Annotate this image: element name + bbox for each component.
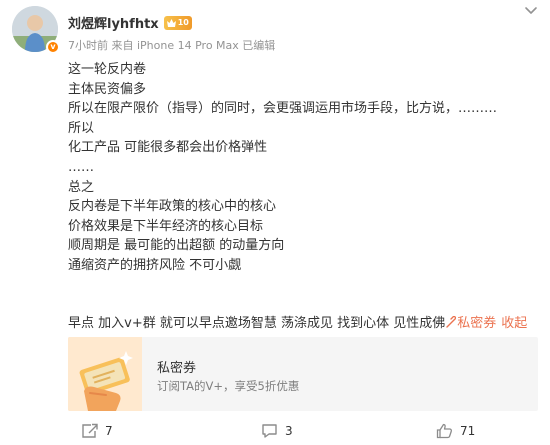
thumbs-up-icon: [436, 423, 452, 439]
coupon-card-title: 私密券: [157, 361, 197, 376]
post-text: 这一轮反内卷 主体民资偏多 所以在限产限价（指导）的同时，会更强调运用市场手段，…: [68, 60, 538, 276]
coupon-thumbnail: [68, 337, 142, 411]
member-level-number: 10: [177, 18, 189, 27]
coupon-link-icon: [446, 315, 457, 328]
comment-icon: [262, 424, 277, 438]
comment-button[interactable]: 3: [261, 418, 293, 444]
post-cta-text: 早点 加入v+群 就可以早点邀场智慧 荡涤成见 找到心体 见性成佛: [68, 316, 446, 331]
verified-badge-icon: v: [46, 40, 60, 54]
repost-button[interactable]: 7: [81, 418, 113, 444]
post-line: 反内卷是下半年政策的核心中的核心: [68, 199, 277, 215]
collapse-button[interactable]: 收起: [501, 312, 527, 331]
post-line: 通缩资产的拥挤风险 不可小觑: [68, 257, 242, 273]
repost-count: 7: [105, 424, 113, 438]
post-line: 价格效果是下半年经济的核心目标: [68, 218, 264, 234]
author-name-row: 刘煜辉lyhfhtx 10: [68, 13, 192, 32]
chevron-down-icon[interactable]: [521, 6, 541, 16]
coupon-card[interactable]: 私密券 订阅TA的V+，享受5折优惠: [68, 337, 538, 411]
post-line: 顺周期是 最可能的出超额 的动量方向: [68, 238, 285, 254]
comment-count: 3: [285, 424, 293, 438]
coupon-card-subtitle: 订阅TA的V+，享受5折优惠: [157, 379, 300, 393]
coupon-link[interactable]: 私密券: [445, 312, 496, 331]
post-line: 化工产品 可能很多都会出价格弹性: [68, 140, 268, 156]
crown-icon: [166, 18, 176, 27]
post-line: 主体民资偏多: [68, 81, 147, 97]
repost-icon: [82, 423, 98, 438]
member-level-badge[interactable]: 10: [163, 15, 192, 30]
coupon-link-label: 私密券: [457, 316, 497, 331]
post-cta-line: 早点 加入v+群 就可以早点邀场智慧 荡涤成见 找到心体 见性成佛 私密券 收起: [68, 312, 527, 331]
post-line: ……: [68, 159, 94, 175]
post-line: 所以: [68, 120, 95, 136]
author-name[interactable]: 刘煜辉lyhfhtx: [68, 13, 159, 32]
post-line: 这一轮反内卷: [68, 62, 147, 77]
like-button[interactable]: 71: [436, 418, 475, 444]
post-header: v 刘煜辉lyhfhtx 10 7小时前 来自 iPhone 14 Pro Ma…: [0, 0, 550, 60]
action-bar: 7 3 71: [0, 418, 550, 444]
post-meta: 7小时前 来自 iPhone 14 Pro Max 已编辑: [68, 39, 276, 52]
like-count: 71: [460, 424, 476, 438]
post-line: 总之: [68, 179, 95, 195]
post-line: 所以在限产限价（指导）的同时，会更强调运用市场手段，比方说，………: [68, 101, 498, 117]
